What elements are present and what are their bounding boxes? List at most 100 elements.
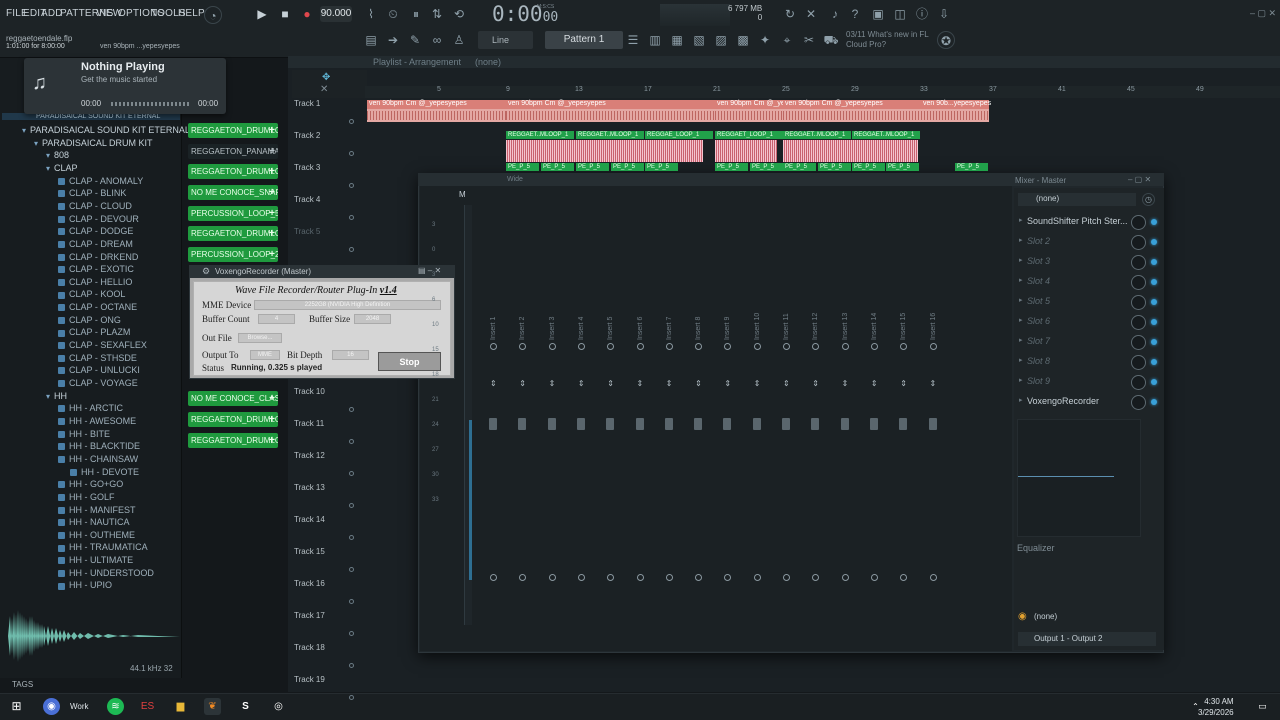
plugin-gear-icon[interactable]: ⚙ bbox=[202, 266, 210, 277]
browser-file[interactable]: CLAP - STHSDE bbox=[58, 353, 137, 363]
slot-mix-knob[interactable] bbox=[1131, 215, 1146, 230]
preset-select[interactable]: (none) bbox=[1018, 193, 1136, 206]
buffer-count-field[interactable]: 4 bbox=[258, 314, 295, 324]
insert-volume-fader[interactable] bbox=[928, 418, 937, 430]
track-header[interactable]: Track 12 bbox=[294, 451, 325, 460]
plugin-icon[interactable]: ◫ bbox=[891, 5, 909, 23]
percussion-clip[interactable]: PE_P_5 bbox=[506, 163, 539, 171]
browser-file[interactable]: HH - MANIFEST bbox=[58, 505, 136, 515]
insert-volume-fader[interactable] bbox=[899, 418, 908, 430]
insert-route-knob[interactable] bbox=[753, 574, 761, 581]
browser-file[interactable]: CLAP - OCTANE bbox=[58, 302, 137, 312]
insert-stereo-arrows-icon[interactable]: ⇕ bbox=[724, 380, 731, 388]
insert-pan-knob[interactable] bbox=[490, 343, 497, 350]
slot-mix-knob[interactable] bbox=[1131, 375, 1146, 390]
insert-label[interactable]: Insert 9 bbox=[724, 317, 731, 340]
play-button[interactable]: ▶ bbox=[253, 5, 271, 23]
insert-stereo-arrows-icon[interactable]: ⇕ bbox=[490, 380, 497, 388]
percussion-clip[interactable]: PE_P_5 bbox=[576, 163, 609, 171]
help-icon[interactable]: ? bbox=[846, 5, 864, 23]
insert-volume-fader[interactable] bbox=[811, 418, 820, 430]
percussion-clip[interactable]: PE_P_5 bbox=[541, 163, 574, 171]
touch-keyboard-icon[interactable]: ✦ bbox=[756, 31, 774, 49]
insert-volume-fader[interactable] bbox=[518, 418, 527, 430]
chrome-icon[interactable]: ◉ bbox=[43, 698, 60, 715]
now-playing-card[interactable]: ♫ Nothing Playing Get the music started … bbox=[24, 58, 226, 114]
track-mute-button[interactable] bbox=[349, 407, 354, 412]
track-mute-button[interactable] bbox=[349, 599, 354, 604]
track-mute-button[interactable] bbox=[349, 471, 354, 476]
insert-pan-knob[interactable] bbox=[665, 343, 673, 350]
countdown-icon[interactable]: ⏲ bbox=[384, 5, 402, 23]
channel-add-icon[interactable]: + bbox=[269, 206, 275, 221]
browser-file[interactable]: HH - ARCTIC bbox=[58, 403, 123, 413]
insert-volume-fader[interactable] bbox=[869, 418, 878, 430]
browser-file[interactable]: HH - TRAUMATICA bbox=[58, 542, 148, 552]
voxengo-window-controls[interactable]: ▤ – ✕ bbox=[418, 266, 441, 275]
insert-pan-knob[interactable] bbox=[929, 343, 937, 350]
insert-label[interactable]: Insert 6 bbox=[637, 317, 644, 340]
browser-file[interactable]: CLAP - KOOL bbox=[58, 289, 125, 299]
info-icon[interactable]: ⓘ bbox=[913, 5, 931, 23]
insert-pan-knob[interactable] bbox=[577, 343, 585, 350]
insert-pan-knob[interactable] bbox=[753, 343, 761, 350]
playlist-pattern[interactable]: (none) bbox=[475, 57, 501, 67]
insert-route-knob[interactable] bbox=[577, 574, 585, 581]
insert-label[interactable]: Insert 12 bbox=[812, 313, 819, 340]
browser-folder[interactable]: ▾ PARADISAICAL DRUM KIT bbox=[34, 138, 153, 148]
tags-label[interactable]: TAGS bbox=[12, 680, 33, 689]
browser-file[interactable]: CLAP - DEVOUR bbox=[58, 214, 139, 224]
insert-label[interactable]: Insert 10 bbox=[754, 313, 761, 340]
loop-record-icon[interactable]: ⟲ bbox=[450, 5, 468, 23]
slot-mix-knob[interactable] bbox=[1131, 275, 1146, 290]
channel-button[interactable]: REGGAETON_DRUMLO...+ bbox=[188, 412, 278, 427]
save-icon[interactable]: ▣ bbox=[869, 5, 887, 23]
slot-enable-led[interactable] bbox=[1151, 239, 1157, 245]
insert-stereo-arrows-icon[interactable]: ⇕ bbox=[549, 380, 556, 388]
insert-route-knob[interactable] bbox=[665, 574, 673, 581]
channel-button[interactable]: PERCUSSION_LOOP_2 + bbox=[188, 247, 278, 262]
insert-stereo-arrows-icon[interactable]: ⇕ bbox=[900, 380, 907, 388]
insert-label[interactable]: Insert 15 bbox=[900, 313, 907, 340]
audio-clip[interactable]: ven 90bpm Cm @_yepesyepes bbox=[715, 100, 815, 122]
track-header[interactable]: Track 18 bbox=[294, 643, 325, 652]
track-mute-button[interactable] bbox=[349, 663, 354, 668]
insert-volume-fader[interactable] bbox=[664, 418, 673, 430]
channel-add-icon[interactable]: + bbox=[269, 412, 275, 427]
insert-volume-fader[interactable] bbox=[489, 418, 497, 430]
slot-mix-knob[interactable] bbox=[1131, 235, 1146, 250]
browser-icon[interactable]: ▨ bbox=[712, 31, 730, 49]
track-header[interactable]: Track 5 bbox=[294, 227, 320, 236]
insert-label[interactable]: Insert 5 bbox=[607, 317, 614, 340]
browser-file[interactable]: HH - DEVOTE bbox=[70, 467, 139, 477]
insert-label[interactable]: Insert 3 bbox=[549, 317, 556, 340]
browser-folder[interactable]: ▾ 808 bbox=[46, 150, 69, 160]
pattern-clip[interactable]: REGGAET..MLOOP_1 bbox=[576, 131, 644, 139]
step-edit-icon[interactable]: ⏸ bbox=[407, 5, 425, 23]
browse-button[interactable]: Browse... bbox=[238, 333, 282, 343]
insert-route-knob[interactable] bbox=[783, 574, 790, 581]
cart-icon[interactable]: ⛟ bbox=[822, 31, 840, 49]
slot-enable-led[interactable] bbox=[1151, 379, 1157, 385]
browser-file[interactable]: HH - UPIO bbox=[58, 580, 112, 590]
output-to-field[interactable]: MME bbox=[250, 350, 280, 360]
slot-enable-led[interactable] bbox=[1151, 299, 1157, 305]
channel-button[interactable]: REGGAETON_PANAMA... + bbox=[188, 144, 278, 159]
close-tool-icon[interactable]: ✕ bbox=[320, 84, 328, 95]
channel-add-icon[interactable]: + bbox=[269, 391, 275, 406]
fl-cloud-icon[interactable]: ✪ bbox=[937, 31, 955, 49]
mixer-wide[interactable]: Wide bbox=[507, 176, 523, 183]
insert-volume-fader[interactable] bbox=[723, 418, 732, 430]
insert-pan-knob[interactable] bbox=[636, 343, 644, 350]
browser-file[interactable]: HH - UNDERSTOOD bbox=[58, 568, 154, 578]
insert-stereo-arrows-icon[interactable]: ⇕ bbox=[930, 380, 937, 388]
channel-add-icon[interactable]: + bbox=[269, 226, 275, 241]
insert-stereo-arrows-icon[interactable]: ⇕ bbox=[871, 380, 878, 388]
menu-help[interactable]: HELP bbox=[178, 8, 205, 19]
track-header[interactable]: Track 14 bbox=[294, 515, 325, 524]
browser-file[interactable]: CLAP - DRKEND bbox=[58, 252, 138, 262]
insert-pan-knob[interactable] bbox=[783, 343, 790, 350]
link-icon[interactable]: ∞ bbox=[428, 31, 446, 49]
browser-file[interactable]: HH - BITE bbox=[58, 429, 110, 439]
insert-volume-fader[interactable] bbox=[606, 418, 615, 430]
